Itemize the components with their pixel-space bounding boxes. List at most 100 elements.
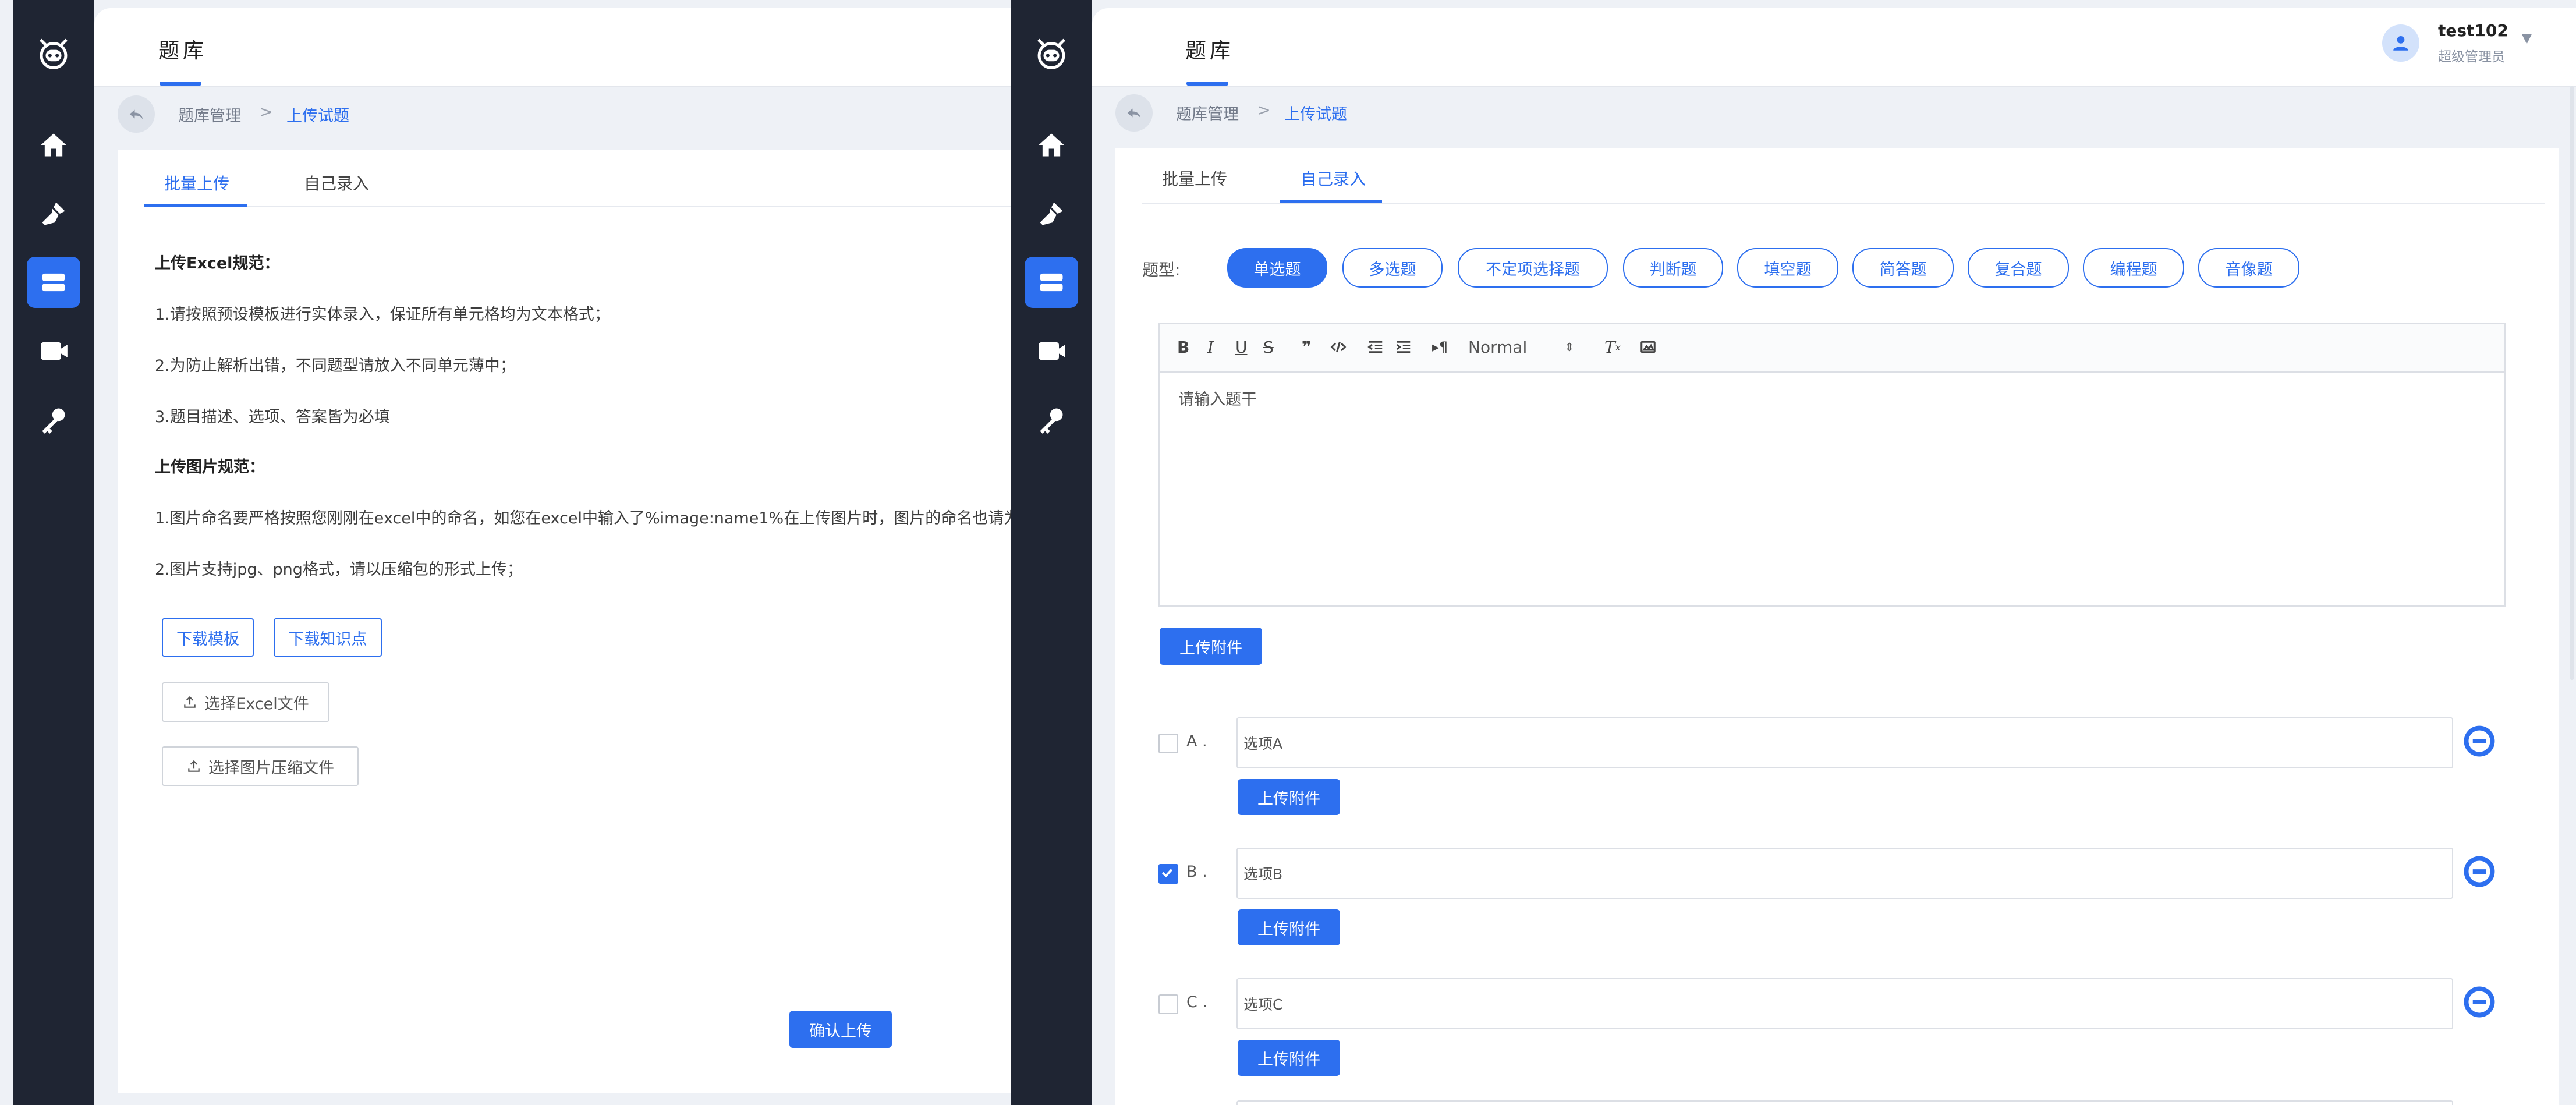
quote-icon[interactable]: ❞ <box>1302 334 1311 360</box>
key-icon[interactable] <box>13 394 94 446</box>
type-fill-blank-button[interactable]: 填空题 <box>1737 248 1838 288</box>
video-icon[interactable] <box>1011 325 1092 377</box>
main-panel-right: 题库 test102 超级管理员 ▼ 题库管理 > 上传试题 批量上传 自己录入… <box>1092 8 2576 1105</box>
pen-icon[interactable] <box>13 187 94 240</box>
option-c-checkbox[interactable] <box>1158 994 1178 1014</box>
option-c-upload-attachment-button[interactable]: 上传附件 <box>1238 1040 1340 1076</box>
option-d-input[interactable] <box>1236 1100 2453 1105</box>
tab-manual-entry[interactable]: 自己录入 <box>304 171 369 194</box>
breadcrumb-parent[interactable]: 题库管理 <box>1176 101 1239 124</box>
top-bar: 题库 test102 超级管理员 ▼ <box>1092 8 2576 87</box>
question-bank-icon[interactable] <box>13 256 94 309</box>
robot-logo-icon <box>1011 28 1092 80</box>
manual-entry-card: 批量上传 自己录入 题型: 单选题 多选题 不定项选择题 判断题 填空题 简答题… <box>1115 148 2559 1105</box>
type-true-false-button[interactable]: 判断题 <box>1623 248 1723 288</box>
select-arrows-icon: ⇕ <box>1564 340 1575 354</box>
select-excel-button[interactable]: 选择Excel文件 <box>162 682 329 722</box>
tab-baseline <box>144 206 1011 207</box>
bold-icon[interactable]: B <box>1177 334 1189 360</box>
option-b-letter: B . <box>1186 863 1207 881</box>
scrollbar[interactable] <box>2570 86 2574 680</box>
editor-toolbar: B I U S ❞ ▸¶ Normal ⇕ Tx <box>1160 324 2504 373</box>
nav-tab-question-bank[interactable]: 题库 <box>158 34 207 64</box>
tab-batch-upload[interactable]: 批量上传 <box>164 171 229 194</box>
nav-tab-question-bank[interactable]: 题库 <box>1185 34 1234 64</box>
indent-icon[interactable] <box>1395 334 1412 360</box>
upload-card: 批量上传 自己录入 上传Excel规范： 1.请按照预设模板进行实体录入，保证所… <box>118 150 1011 1093</box>
robot-logo-icon <box>13 28 94 80</box>
underline-icon[interactable]: U <box>1235 334 1248 360</box>
type-indefinite-choice-button[interactable]: 不定项选择题 <box>1458 248 1608 288</box>
avatar[interactable] <box>2382 24 2419 62</box>
type-composite-button[interactable]: 复合题 <box>1968 248 2069 288</box>
remove-option-b-icon[interactable] <box>2464 856 2495 887</box>
remove-option-a-icon[interactable] <box>2464 725 2495 757</box>
option-a-letter: A . <box>1186 732 1207 750</box>
option-a-input[interactable]: 选项A <box>1236 717 2453 768</box>
option-b-checkbox[interactable] <box>1158 864 1178 884</box>
format-select-value: Normal <box>1468 337 1528 357</box>
question-editor[interactable]: B I U S ❞ ▸¶ Normal ⇕ Tx 请输入题干 <box>1158 323 2506 607</box>
video-icon[interactable] <box>13 325 94 377</box>
type-programming-button[interactable]: 编程题 <box>2083 248 2184 288</box>
image-icon[interactable] <box>1639 334 1657 360</box>
pen-icon[interactable] <box>1011 187 1092 240</box>
sidebar-left <box>13 0 94 1105</box>
back-icon[interactable] <box>118 95 155 133</box>
upload-attachment-button[interactable]: 上传附件 <box>1160 628 1262 665</box>
tab-active-indicator <box>144 204 247 207</box>
key-icon[interactable] <box>1011 394 1092 446</box>
nav-tab-indicator <box>160 82 201 86</box>
type-single-choice-button[interactable]: 单选题 <box>1227 248 1327 288</box>
download-template-button[interactable]: 下载模板 <box>162 618 254 657</box>
breadcrumb-separator: > <box>1257 101 1271 119</box>
type-multiple-choice-button[interactable]: 多选题 <box>1342 248 1443 288</box>
image-rule-2: 2.图片支持jpg、png格式，请以压缩包的形式上传； <box>155 561 523 579</box>
code-icon[interactable] <box>1330 334 1347 360</box>
question-type-label: 题型: <box>1142 260 1181 279</box>
strike-icon[interactable]: S <box>1263 334 1274 360</box>
select-image-zip-label: 选择图片压缩文件 <box>208 759 334 777</box>
option-c-letter: C . <box>1186 993 1208 1011</box>
select-image-zip-button[interactable]: 选择图片压缩文件 <box>162 746 359 786</box>
italic-icon[interactable]: I <box>1207 334 1214 360</box>
image-rules-title: 上传图片规范： <box>155 458 265 476</box>
select-excel-label: 选择Excel文件 <box>204 695 309 713</box>
breadcrumb-separator: > <box>260 103 273 121</box>
nav-tab-indicator <box>1186 82 1228 86</box>
outdent-icon[interactable] <box>1367 334 1384 360</box>
image-rule-1: 1.图片命名要严格按照您刚刚在excel中的命名，如您在excel中输入了%im… <box>155 509 1011 527</box>
chevron-down-icon[interactable]: ▼ <box>2522 31 2532 46</box>
main-panel-left: 题库 题库管理 > 上传试题 批量上传 自己录入 上传Excel规范： 1.请按… <box>94 8 1011 1105</box>
option-b-input[interactable]: 选项B <box>1236 848 2453 899</box>
confirm-upload-button[interactable]: 确认上传 <box>789 1011 892 1048</box>
sidebar-right <box>1011 0 1092 1105</box>
remove-option-c-icon[interactable] <box>2464 986 2495 1018</box>
home-icon[interactable] <box>13 119 94 171</box>
excel-rules-title: 上传Excel规范： <box>155 254 280 272</box>
option-a-upload-attachment-button[interactable]: 上传附件 <box>1238 779 1340 815</box>
tab-manual-entry[interactable]: 自己录入 <box>1301 167 1366 190</box>
user-icon <box>2393 36 2408 51</box>
upload-icon <box>188 760 200 772</box>
editor-placeholder: 请输入题干 <box>1178 391 1257 409</box>
home-icon[interactable] <box>1011 119 1092 171</box>
user-name[interactable]: test102 <box>2438 21 2508 40</box>
format-select[interactable]: Normal ⇕ <box>1468 334 1585 360</box>
option-a-checkbox[interactable] <box>1158 734 1178 753</box>
type-audio-video-button[interactable]: 音像题 <box>2198 248 2299 288</box>
download-knowledge-button[interactable]: 下载知识点 <box>274 618 382 657</box>
upload-icon <box>184 696 196 708</box>
option-c-input[interactable]: 选项C <box>1236 978 2453 1029</box>
rtl-icon[interactable]: ▸¶ <box>1432 334 1448 360</box>
tab-batch-upload[interactable]: 批量上传 <box>1162 167 1227 190</box>
type-short-answer-button[interactable]: 简答题 <box>1852 248 1954 288</box>
breadcrumb-parent[interactable]: 题库管理 <box>178 103 241 126</box>
excel-rule-3: 3.题目描述、选项、答案皆为必填 <box>155 408 390 426</box>
question-bank-icon[interactable] <box>1011 256 1092 309</box>
back-icon[interactable] <box>1115 94 1153 132</box>
top-bar: 题库 <box>94 8 1011 87</box>
clear-format-icon[interactable]: Tx <box>1604 334 1621 360</box>
breadcrumb-current: 上传试题 <box>286 107 349 125</box>
option-b-upload-attachment-button[interactable]: 上传附件 <box>1238 909 1340 945</box>
